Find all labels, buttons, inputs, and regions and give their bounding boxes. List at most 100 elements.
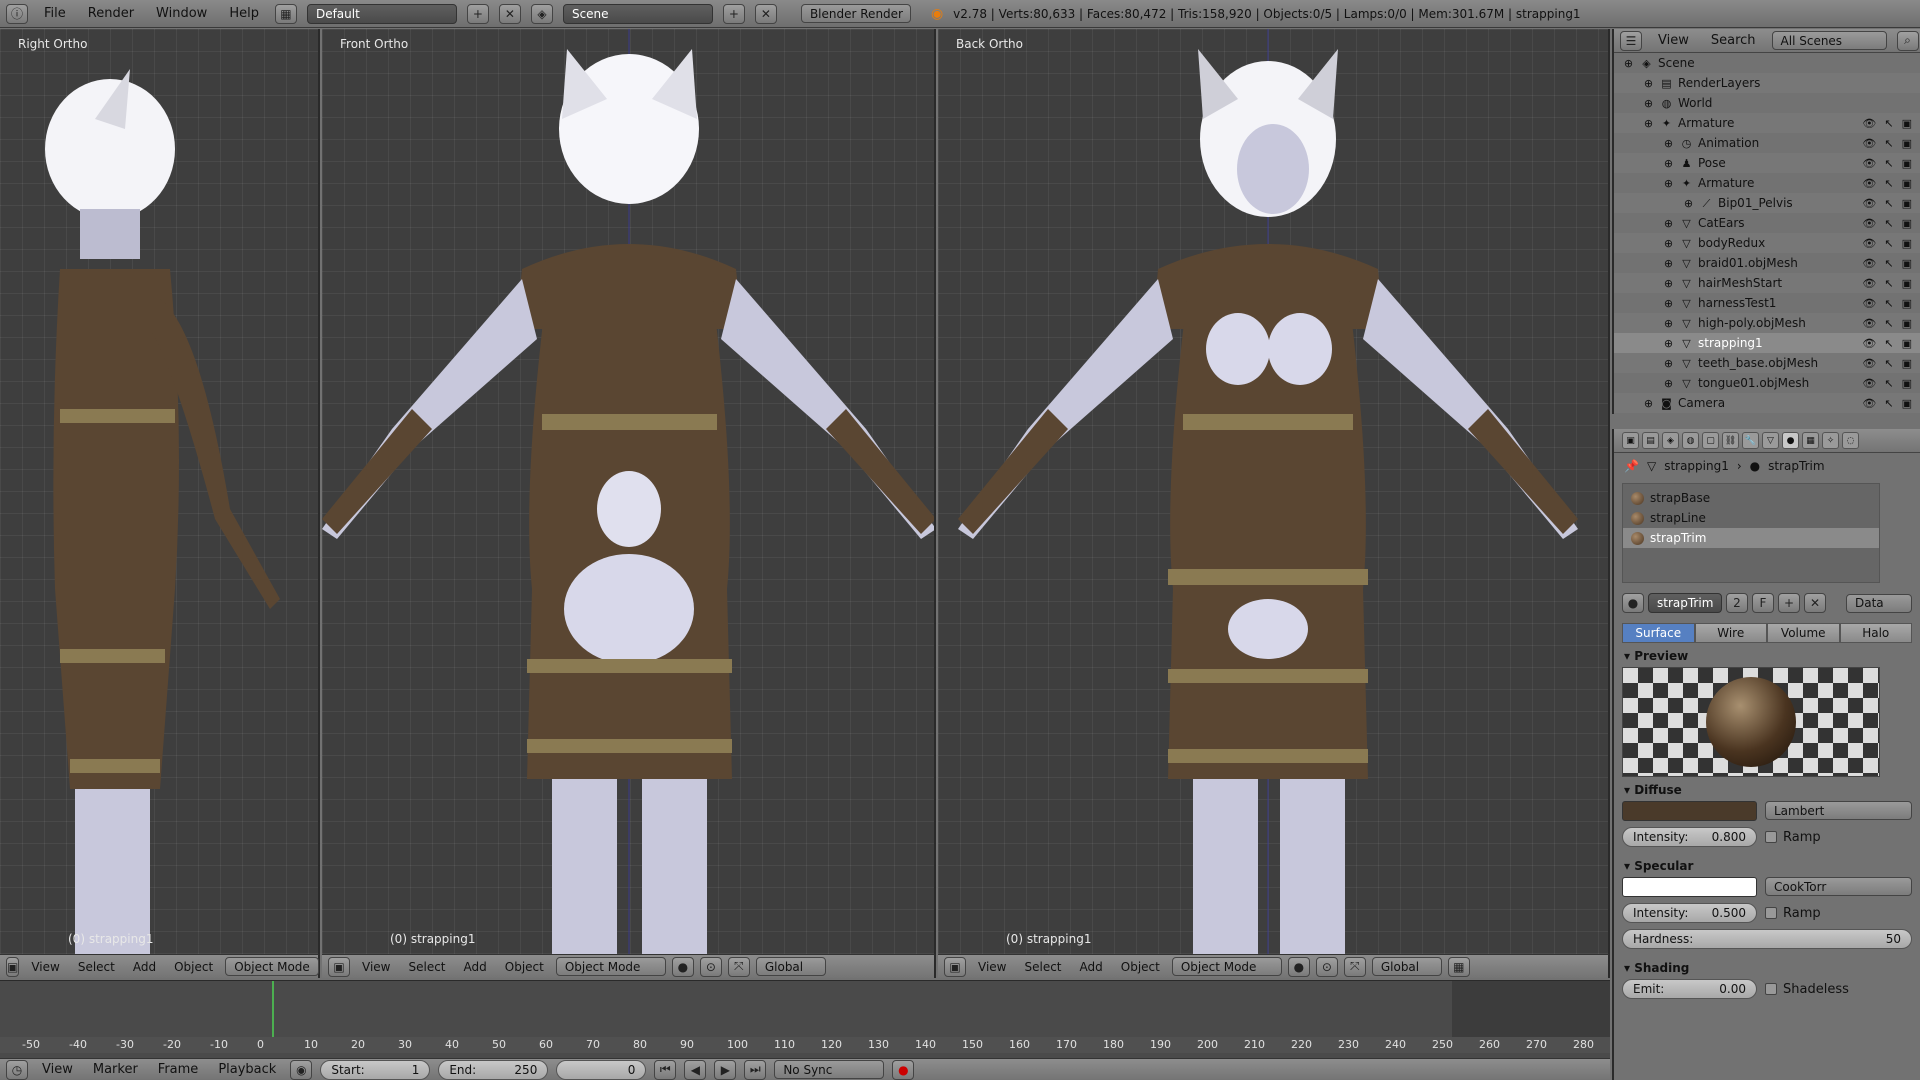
- specular-ramp-checkbox[interactable]: Ramp: [1765, 906, 1821, 921]
- material-slots-list[interactable]: strapBase strapLine strapTrim: [1622, 483, 1880, 583]
- shading-panel-title[interactable]: ▾ Shading: [1614, 955, 1920, 979]
- diffuse-ramp-checkbox[interactable]: Ramp: [1765, 830, 1821, 845]
- render-icon[interactable]: ▣: [1902, 377, 1912, 390]
- users-count[interactable]: 2: [1726, 593, 1748, 613]
- menu-add[interactable]: Add: [458, 960, 493, 974]
- hardness-field[interactable]: Hardness: 50: [1622, 929, 1912, 949]
- expand-icon[interactable]: ⊕: [1662, 357, 1675, 370]
- eye-icon[interactable]: 👁: [1862, 357, 1876, 370]
- world-tab-icon[interactable]: ◍: [1682, 432, 1699, 449]
- remove-scene-icon[interactable]: ✕: [754, 3, 777, 24]
- modifiers-tab-icon[interactable]: 🔧: [1742, 432, 1759, 449]
- outliner-row[interactable]: ⊕ ▽ CatEars 👁 ↖ ▣: [1614, 213, 1920, 233]
- physics-tab-icon[interactable]: ◌: [1842, 432, 1859, 449]
- outliner-row[interactable]: ⊕ ▽ bodyRedux 👁 ↖ ▣: [1614, 233, 1920, 253]
- editor-type-icon[interactable]: ▣: [6, 956, 20, 977]
- outliner-row[interactable]: ⊕ ◈ Scene: [1614, 53, 1920, 73]
- cursor-icon[interactable]: ↖: [1884, 357, 1893, 370]
- render-icon[interactable]: ▣: [1902, 177, 1912, 190]
- outliner[interactable]: ☰ View Search All Scenes ⌕ ⊕ ◈ Scene ⊕ ▤ Rend…: [1612, 29, 1920, 414]
- orientation-dropdown[interactable]: Global: [1371, 957, 1442, 976]
- menu-frame[interactable]: Frame: [152, 1062, 205, 1077]
- menu-window[interactable]: Window: [150, 6, 213, 21]
- expand-icon[interactable]: ⊕: [1662, 377, 1675, 390]
- scene-tab-icon[interactable]: ◈: [1662, 432, 1679, 449]
- constraints-tab-icon[interactable]: ⛓: [1722, 432, 1739, 449]
- layers-tab-icon[interactable]: ▤: [1642, 432, 1659, 449]
- eye-icon[interactable]: 👁: [1862, 257, 1876, 270]
- eye-icon[interactable]: 👁: [1862, 377, 1876, 390]
- cursor-icon[interactable]: ↖: [1884, 197, 1893, 210]
- specular-color-swatch[interactable]: [1622, 877, 1757, 897]
- specular-panel-title[interactable]: ▾ Specular: [1614, 853, 1920, 877]
- menu-view[interactable]: View: [972, 960, 1012, 974]
- expand-icon[interactable]: ⊕: [1662, 337, 1675, 350]
- specular-shader-dropdown[interactable]: CookTorr: [1765, 877, 1912, 896]
- sync-dropdown[interactable]: No Sync: [774, 1060, 885, 1079]
- cursor-icon[interactable]: ↖: [1884, 297, 1893, 310]
- tab-wire[interactable]: Wire: [1694, 623, 1767, 643]
- mode-dropdown[interactable]: Object Mode: [555, 957, 666, 976]
- menu-search[interactable]: Search: [1705, 33, 1762, 48]
- layers-icon[interactable]: ▦: [1447, 956, 1470, 977]
- cursor-icon[interactable]: ↖: [1884, 217, 1893, 230]
- menu-object[interactable]: Object: [168, 960, 219, 974]
- cursor-icon[interactable]: ↖: [1884, 317, 1893, 330]
- eye-icon[interactable]: 👁: [1862, 397, 1876, 410]
- render-icon[interactable]: ▣: [1902, 277, 1912, 290]
- render-engine-dropdown[interactable]: Blender Render: [800, 4, 911, 23]
- eye-icon[interactable]: 👁: [1862, 277, 1876, 290]
- expand-icon[interactable]: ⊕: [1662, 177, 1675, 190]
- eye-icon[interactable]: 👁: [1862, 297, 1876, 310]
- record-icon[interactable]: ◉: [290, 1059, 313, 1080]
- expand-icon[interactable]: ⊕: [1662, 277, 1675, 290]
- outliner-row[interactable]: ⊕ ◙ Camera 👁 ↖ ▣: [1614, 393, 1920, 413]
- render-icon[interactable]: ▣: [1902, 357, 1912, 370]
- render-icon[interactable]: ▣: [1902, 317, 1912, 330]
- material-browse-icon[interactable]: ●: [1622, 593, 1644, 613]
- menu-file[interactable]: File: [38, 6, 72, 21]
- tab-surface[interactable]: Surface: [1622, 623, 1695, 643]
- expand-icon[interactable]: ⊕: [1662, 217, 1675, 230]
- eye-icon[interactable]: 👁: [1862, 337, 1876, 350]
- menu-render[interactable]: Render: [82, 6, 140, 21]
- eye-icon[interactable]: 👁: [1862, 177, 1876, 190]
- outliner-row[interactable]: ⊕ ▽ hairMeshStart 👁 ↖ ▣: [1614, 273, 1920, 293]
- diffuse-intensity-field[interactable]: Intensity: 0.800: [1622, 827, 1757, 847]
- menu-view[interactable]: View: [1652, 33, 1695, 48]
- tab-volume[interactable]: Volume: [1767, 623, 1840, 643]
- cursor-icon[interactable]: ↖: [1884, 117, 1893, 130]
- viewport-back[interactable]: Back Ortho (0) strapping1: [938, 29, 1610, 954]
- eye-icon[interactable]: 👁: [1862, 137, 1876, 150]
- menu-add[interactable]: Add: [1074, 960, 1109, 974]
- outliner-row[interactable]: ⊕ ✦ Armature 👁 ↖ ▣: [1614, 173, 1920, 193]
- menu-marker[interactable]: Marker: [87, 1062, 144, 1077]
- unlink-icon[interactable]: ✕: [1804, 593, 1826, 613]
- menu-view[interactable]: View: [356, 960, 396, 974]
- object-tab-icon[interactable]: ▢: [1702, 432, 1719, 449]
- outliner-row[interactable]: ⊕ ▤ RenderLayers: [1614, 73, 1920, 93]
- expand-icon[interactable]: ⊕: [1642, 97, 1655, 110]
- menu-select[interactable]: Select: [1018, 960, 1067, 974]
- play-reverse-icon[interactable]: ◀: [684, 1059, 707, 1080]
- jump-end-icon[interactable]: ⏭: [744, 1059, 767, 1080]
- menu-select[interactable]: Select: [402, 960, 451, 974]
- eye-icon[interactable]: 👁: [1862, 117, 1876, 130]
- cursor-icon[interactable]: ↖: [1884, 157, 1893, 170]
- menu-help[interactable]: Help: [223, 6, 265, 21]
- diffuse-shader-dropdown[interactable]: Lambert: [1765, 801, 1912, 820]
- display-mode-dropdown[interactable]: All Scenes: [1771, 31, 1887, 50]
- add-layout-icon[interactable]: +: [466, 3, 489, 24]
- material-slot[interactable]: strapTrim: [1623, 528, 1879, 548]
- texture-tab-icon[interactable]: ▦: [1802, 432, 1819, 449]
- menu-view[interactable]: View: [25, 960, 65, 974]
- jump-start-icon[interactable]: ⏮: [654, 1059, 677, 1080]
- pivot-icon[interactable]: ⊙: [1315, 956, 1338, 977]
- manipulator-icon[interactable]: ⤧: [1343, 956, 1366, 977]
- outliner-row[interactable]: ⊕ ◍ World: [1614, 93, 1920, 113]
- expand-icon[interactable]: ⊕: [1642, 397, 1655, 410]
- cursor-icon[interactable]: ↖: [1884, 277, 1893, 290]
- render-icon[interactable]: ▣: [1902, 297, 1912, 310]
- link-dropdown[interactable]: Data: [1846, 593, 1912, 613]
- expand-icon[interactable]: ⊕: [1682, 197, 1695, 210]
